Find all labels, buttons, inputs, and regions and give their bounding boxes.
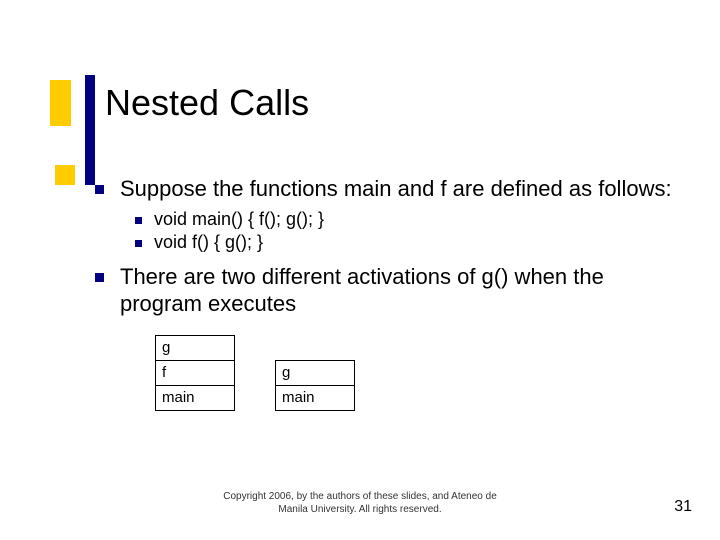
stack-cell: main: [275, 385, 355, 411]
sub-bullet-code1: void main() { f(); g(); }: [135, 209, 680, 230]
stack-left: g f main: [155, 336, 235, 411]
slide-title: Nested Calls: [105, 82, 309, 124]
stack-cell: g: [155, 335, 235, 361]
stack-right: g main: [275, 361, 355, 411]
copyright-footer: Copyright 2006, by the authors of these …: [0, 490, 720, 516]
slide-body: Suppose the functions main and f are def…: [95, 175, 680, 411]
page-number: 31: [674, 498, 692, 516]
bullet-icon: [95, 185, 104, 194]
stack-cell: g: [275, 360, 355, 386]
bullet-intro: Suppose the functions main and f are def…: [95, 175, 680, 203]
title-decoration: [50, 80, 91, 126]
bullet-icon: [135, 217, 142, 224]
stack-cell: main: [155, 385, 235, 411]
bullet-text: Suppose the functions main and f are def…: [120, 175, 672, 203]
stack-cell: f: [155, 360, 235, 386]
sub-bullet-code2: void f() { g(); }: [135, 232, 680, 253]
footer-line2: Manila University. All rights reserved.: [278, 504, 441, 515]
footer-line1: Copyright 2006, by the authors of these …: [223, 491, 497, 502]
code-text: void f() { g(); }: [154, 232, 263, 253]
stack-diagrams: g f main g main: [155, 336, 680, 411]
bullet-conclusion: There are two different activations of g…: [95, 263, 680, 318]
code-text: void main() { f(); g(); }: [154, 209, 324, 230]
yellow-block-icon: [50, 80, 71, 126]
bullet-icon: [135, 240, 142, 247]
sub-bullets: void main() { f(); g(); } void f() { g()…: [135, 209, 680, 253]
bullet-icon: [95, 273, 104, 282]
bullet-text: There are two different activations of g…: [120, 263, 680, 318]
yellow-block-small-icon: [55, 165, 75, 185]
